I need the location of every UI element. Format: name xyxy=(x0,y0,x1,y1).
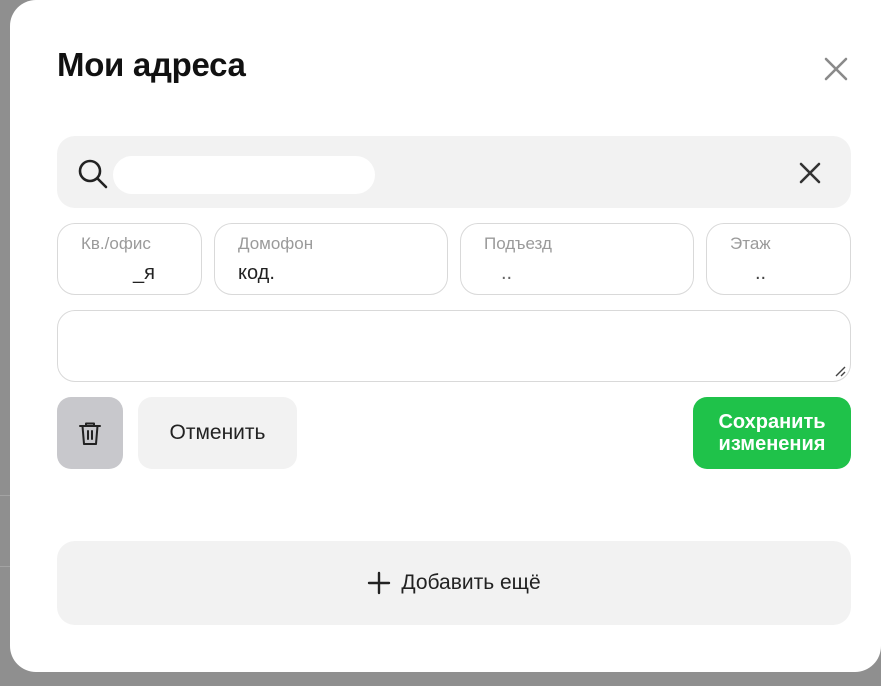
entrance-value: .. xyxy=(501,262,513,284)
intercom-field[interactable]: Домофон код. xyxy=(214,223,448,295)
clear-search-icon[interactable] xyxy=(797,160,823,186)
trash-icon xyxy=(79,422,101,445)
save-label-line1: Сохранить xyxy=(718,411,826,433)
add-address-label: Добавить ещё xyxy=(401,571,541,594)
plus-icon xyxy=(368,571,391,595)
save-label-line2: изменения xyxy=(718,433,826,455)
entrance-field[interactable]: Подъезд .. xyxy=(460,223,694,295)
apartment-value: _я xyxy=(133,262,155,284)
search-icon xyxy=(78,159,108,189)
close-icon[interactable] xyxy=(822,55,850,83)
addresses-modal: Мои адреса Кв./офис _я Домофон код. Подъ… xyxy=(10,0,881,672)
add-address-button[interactable]: Добавить ещё xyxy=(57,541,851,625)
cancel-button[interactable]: Отменить xyxy=(138,397,297,469)
delete-address-button[interactable] xyxy=(57,397,123,469)
floor-value: .. xyxy=(755,262,767,284)
resize-handle-icon[interactable] xyxy=(834,365,846,377)
address-search xyxy=(57,136,851,208)
apartment-label: Кв./офис xyxy=(81,234,151,253)
entrance-label: Подъезд xyxy=(484,234,552,253)
comment-textarea[interactable] xyxy=(57,310,851,382)
intercom-label: Домофон xyxy=(238,234,314,253)
save-changes-button[interactable]: Сохранить изменения xyxy=(693,397,851,469)
modal-title: Мои адреса xyxy=(57,46,246,83)
intercom-value: код. xyxy=(238,262,275,284)
floor-field[interactable]: Этаж .. xyxy=(706,223,851,295)
apartment-field[interactable]: Кв./офис _я xyxy=(57,223,202,295)
floor-label: Этаж xyxy=(730,234,771,253)
search-input[interactable] xyxy=(113,156,375,194)
